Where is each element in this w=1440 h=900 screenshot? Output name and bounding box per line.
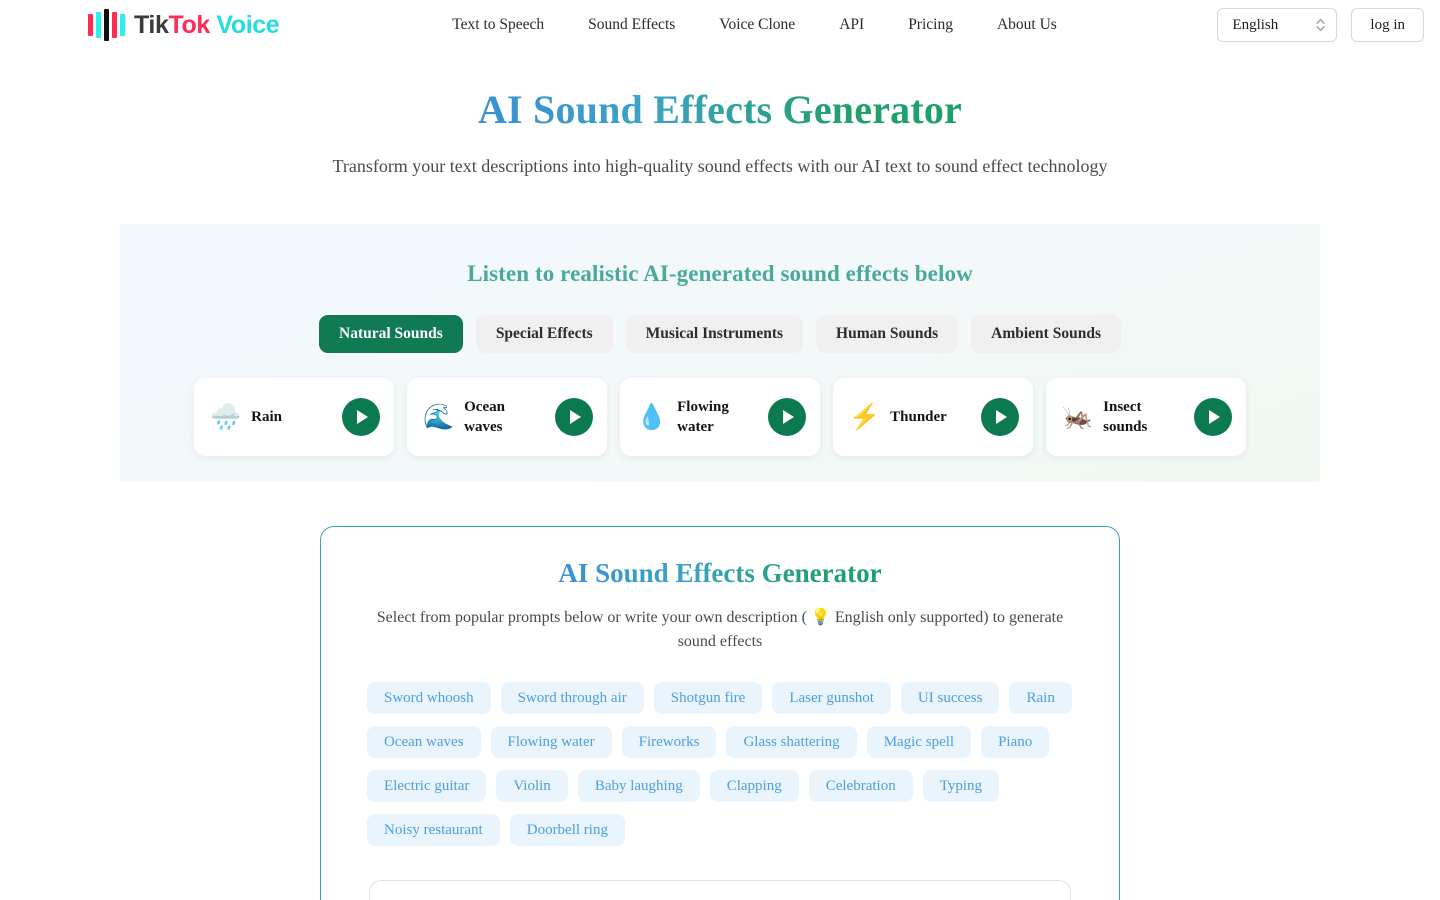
prompt-chip-doorbell-ring[interactable]: Doorbell ring [509, 814, 625, 846]
generator-card: AI Sound Effects Generator Select from p… [320, 526, 1120, 900]
sound-card-label: Thunder [890, 408, 947, 425]
prompt-chip-rain[interactable]: Rain [1009, 682, 1072, 714]
prompt-chip-piano[interactable]: Piano [981, 726, 1050, 758]
login-button[interactable]: log in [1351, 8, 1424, 42]
prompt-chip-clapping[interactable]: Clapping [709, 770, 799, 802]
sound-card-thunder[interactable]: ⚡ Thunder [833, 378, 1033, 456]
language-selector[interactable]: English [1217, 8, 1338, 42]
prompt-chip-typing[interactable]: Typing [922, 770, 999, 802]
brand-wordmark: TikTok Voice [134, 10, 280, 40]
tab-special-effects[interactable]: Special Effects [475, 315, 613, 353]
ocean-wave-icon: 🌊 [423, 403, 455, 431]
tab-musical-instruments[interactable]: Musical Instruments [625, 315, 804, 353]
generator-subtitle: Select from popular prompts below or wri… [376, 609, 1064, 650]
play-triangle-icon [996, 410, 1007, 424]
prompt-chip-baby-laughing[interactable]: Baby laughing [577, 770, 700, 802]
prompt-chip-magic-spell[interactable]: Magic spell [866, 726, 972, 758]
showcase-heading: Listen to realistic AI-generated sound e… [467, 261, 973, 286]
prompt-chip-shotgun-fire[interactable]: Shotgun fire [653, 682, 763, 714]
play-triangle-icon [357, 410, 368, 424]
nav-item-sound-effects[interactable]: Sound Effects [566, 10, 697, 40]
play-button-thunder[interactable] [981, 398, 1019, 436]
prompt-chip-sword-whoosh[interactable]: Sword whoosh [367, 682, 491, 714]
sound-card-list: 🌧️ Rain 🌊 Ocean waves 💧 Flowing water ⚡ … [120, 378, 1320, 456]
hero-section: AI Sound Effects Generator Transform you… [0, 50, 1440, 177]
sound-showcase-section: Listen to realistic AI-generated sound e… [120, 224, 1320, 482]
brand-voice: Voice [216, 10, 280, 39]
nav-item-pricing[interactable]: Pricing [886, 10, 975, 40]
brand-tok: Tok [168, 10, 210, 39]
tab-natural-sounds[interactable]: Natural Sounds [319, 315, 463, 353]
water-droplet-icon: 💧 [636, 403, 668, 431]
generator-title: AI Sound Effects Generator [558, 558, 882, 588]
lightning-bolt-icon: ⚡ [849, 403, 881, 431]
sound-card-label: Ocean waves [464, 398, 505, 435]
category-tabs: Natural Sounds Special Effects Musical I… [120, 315, 1320, 353]
tiktok-voice-logo-icon [88, 9, 125, 41]
page-title: AI Sound Effects Generator [477, 87, 963, 132]
cricket-insect-icon: 🦗 [1062, 403, 1094, 431]
prompt-chip-violin[interactable]: Violin [496, 770, 568, 802]
language-selector-value: English [1232, 16, 1279, 33]
sound-card-insect-sounds[interactable]: 🦗 Insect sounds [1046, 378, 1246, 456]
prompt-chip-noisy-restaurant[interactable]: Noisy restaurant [367, 814, 500, 846]
prompt-chip-electric-guitar[interactable]: Electric guitar [367, 770, 487, 802]
prompt-chip-glass-shattering[interactable]: Glass shattering [726, 726, 857, 758]
sound-card-label: Insect sounds [1103, 398, 1148, 435]
sound-card-flowing-water[interactable]: 💧 Flowing water [620, 378, 820, 456]
play-triangle-icon [783, 410, 794, 424]
prompt-chip-ocean-waves[interactable]: Ocean waves [367, 726, 481, 758]
play-button-rain[interactable] [342, 398, 380, 436]
sound-card-ocean-waves[interactable]: 🌊 Ocean waves [407, 378, 607, 456]
sound-card-rain[interactable]: 🌧️ Rain [194, 378, 394, 456]
play-triangle-icon [1209, 410, 1220, 424]
chevron-updown-icon [1315, 17, 1326, 33]
tab-ambient-sounds[interactable]: Ambient Sounds [971, 315, 1121, 353]
tab-human-sounds[interactable]: Human Sounds [816, 315, 959, 353]
nav-item-about-us[interactable]: About Us [975, 10, 1079, 40]
page-subtitle: Transform your text descriptions into hi… [332, 156, 1108, 176]
play-triangle-icon [570, 410, 581, 424]
prompt-input[interactable] [369, 880, 1071, 900]
brand-logo[interactable]: TikTok Voice [88, 9, 280, 41]
prompt-chip-flowing-water[interactable]: Flowing water [490, 726, 612, 758]
play-button-ocean-waves[interactable] [555, 398, 593, 436]
nav-item-api[interactable]: API [817, 10, 886, 40]
play-button-insect-sounds[interactable] [1194, 398, 1232, 436]
prompt-chip-celebration[interactable]: Celebration [808, 770, 913, 802]
brand-tik: Tik [134, 10, 169, 39]
prompt-chip-laser-gunshot[interactable]: Laser gunshot [772, 682, 891, 714]
play-button-flowing-water[interactable] [768, 398, 806, 436]
main-navigation: Text to Speech Sound Effects Voice Clone… [430, 10, 1079, 40]
prompt-chip-sword-through-air[interactable]: Sword through air [500, 682, 644, 714]
sound-card-label: Flowing water [677, 398, 729, 435]
header-actions: English log in [1217, 0, 1424, 50]
prompt-chip-fireworks[interactable]: Fireworks [621, 726, 717, 758]
rain-cloud-icon: 🌧️ [210, 403, 242, 431]
nav-item-text-to-speech[interactable]: Text to Speech [430, 10, 566, 40]
sound-card-label: Rain [251, 408, 282, 425]
prompt-chip-ui-success[interactable]: UI success [900, 682, 1000, 714]
nav-item-voice-clone[interactable]: Voice Clone [697, 10, 817, 40]
prompt-chip-list: Sword whoosh Sword through air Shotgun f… [367, 682, 1073, 846]
site-header: TikTok Voice Text to Speech Sound Effect… [0, 0, 1440, 50]
